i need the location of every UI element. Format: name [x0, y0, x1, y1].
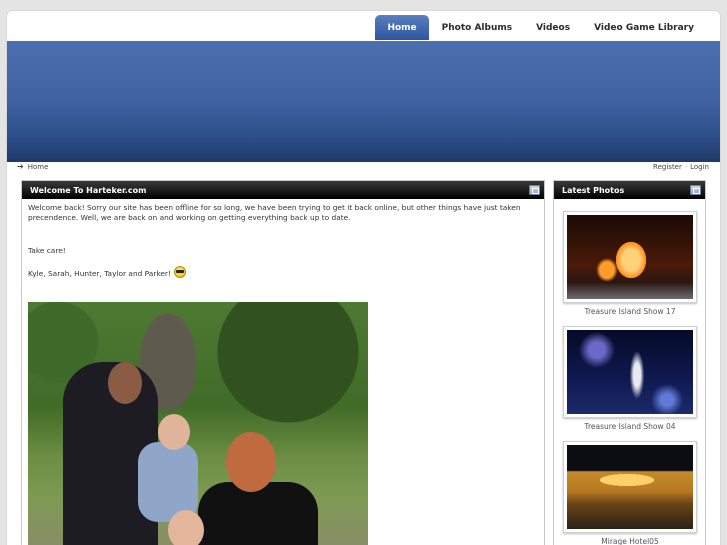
welcome-panel-header: Welcome To Harteker.com — [22, 181, 544, 199]
breadcrumb: ➔ Home — [17, 162, 48, 171]
login-link[interactable]: Login — [690, 163, 709, 171]
photo-frame — [563, 211, 697, 303]
tab-videos[interactable]: Videos — [524, 15, 582, 40]
arrow-right-icon: ➔ — [17, 162, 24, 171]
photo-frame — [563, 326, 697, 418]
sunglasses-smiley-icon — [173, 265, 186, 278]
photo-caption[interactable]: Mirage Hotel05 — [563, 537, 697, 545]
welcome-panel-title: Welcome To Harteker.com — [30, 185, 147, 195]
account-separator: · — [684, 163, 688, 171]
panel-options-icon[interactable] — [690, 185, 701, 195]
welcome-paragraph: Welcome back! Sorry our site has been of… — [28, 203, 521, 222]
panel-options-icon[interactable] — [529, 185, 540, 195]
tab-home[interactable]: Home — [375, 15, 429, 40]
latest-photos-header: Latest Photos — [554, 181, 705, 199]
latest-photos-panel: Latest Photos Treasure Island Show 17 Tr… — [553, 180, 706, 545]
photo-frame — [563, 441, 697, 533]
photo-thumbnail[interactable]: Mirage Hotel05 — [563, 441, 697, 545]
photo-caption[interactable]: Treasure Island Show 04 — [563, 422, 697, 431]
welcome-panel: Welcome To Harteker.com Welcome back! So… — [21, 180, 545, 545]
account-links: Register · Login — [653, 163, 709, 171]
welcome-signature: Kyle, Sarah, Hunter, Taylor and Parker! — [28, 268, 171, 278]
main-nav: Home Photo Albums Videos Video Game Libr… — [375, 15, 706, 40]
photo-figure — [158, 414, 190, 450]
tab-photo-albums[interactable]: Photo Albums — [430, 15, 524, 40]
photo-figure — [198, 482, 318, 545]
register-link[interactable]: Register — [653, 163, 682, 171]
photo-figure — [108, 362, 142, 404]
header-banner — [7, 41, 720, 162]
welcome-panel-body: Welcome back! Sorry our site has been of… — [22, 199, 544, 282]
welcome-take-care: Take care! — [28, 246, 66, 255]
photo-image[interactable] — [567, 215, 693, 299]
breadcrumb-home-link[interactable]: Home — [28, 163, 49, 171]
page: Home Photo Albums Videos Video Game Libr… — [6, 10, 721, 545]
photo-figure — [168, 510, 204, 545]
latest-photos-title: Latest Photos — [562, 185, 625, 195]
welcome-signature-line: Kyle, Sarah, Hunter, Taylor and Parker! — [28, 265, 538, 279]
photo-figure — [226, 432, 276, 492]
tab-video-game-library[interactable]: Video Game Library — [582, 15, 706, 40]
photo-caption[interactable]: Treasure Island Show 17 — [563, 307, 697, 316]
photo-image[interactable] — [567, 330, 693, 414]
photo-thumbnail[interactable]: Treasure Island Show 04 — [563, 326, 697, 431]
family-photo — [28, 302, 368, 545]
photo-image[interactable] — [567, 445, 693, 529]
photo-thumbnail[interactable]: Treasure Island Show 17 — [563, 211, 697, 316]
